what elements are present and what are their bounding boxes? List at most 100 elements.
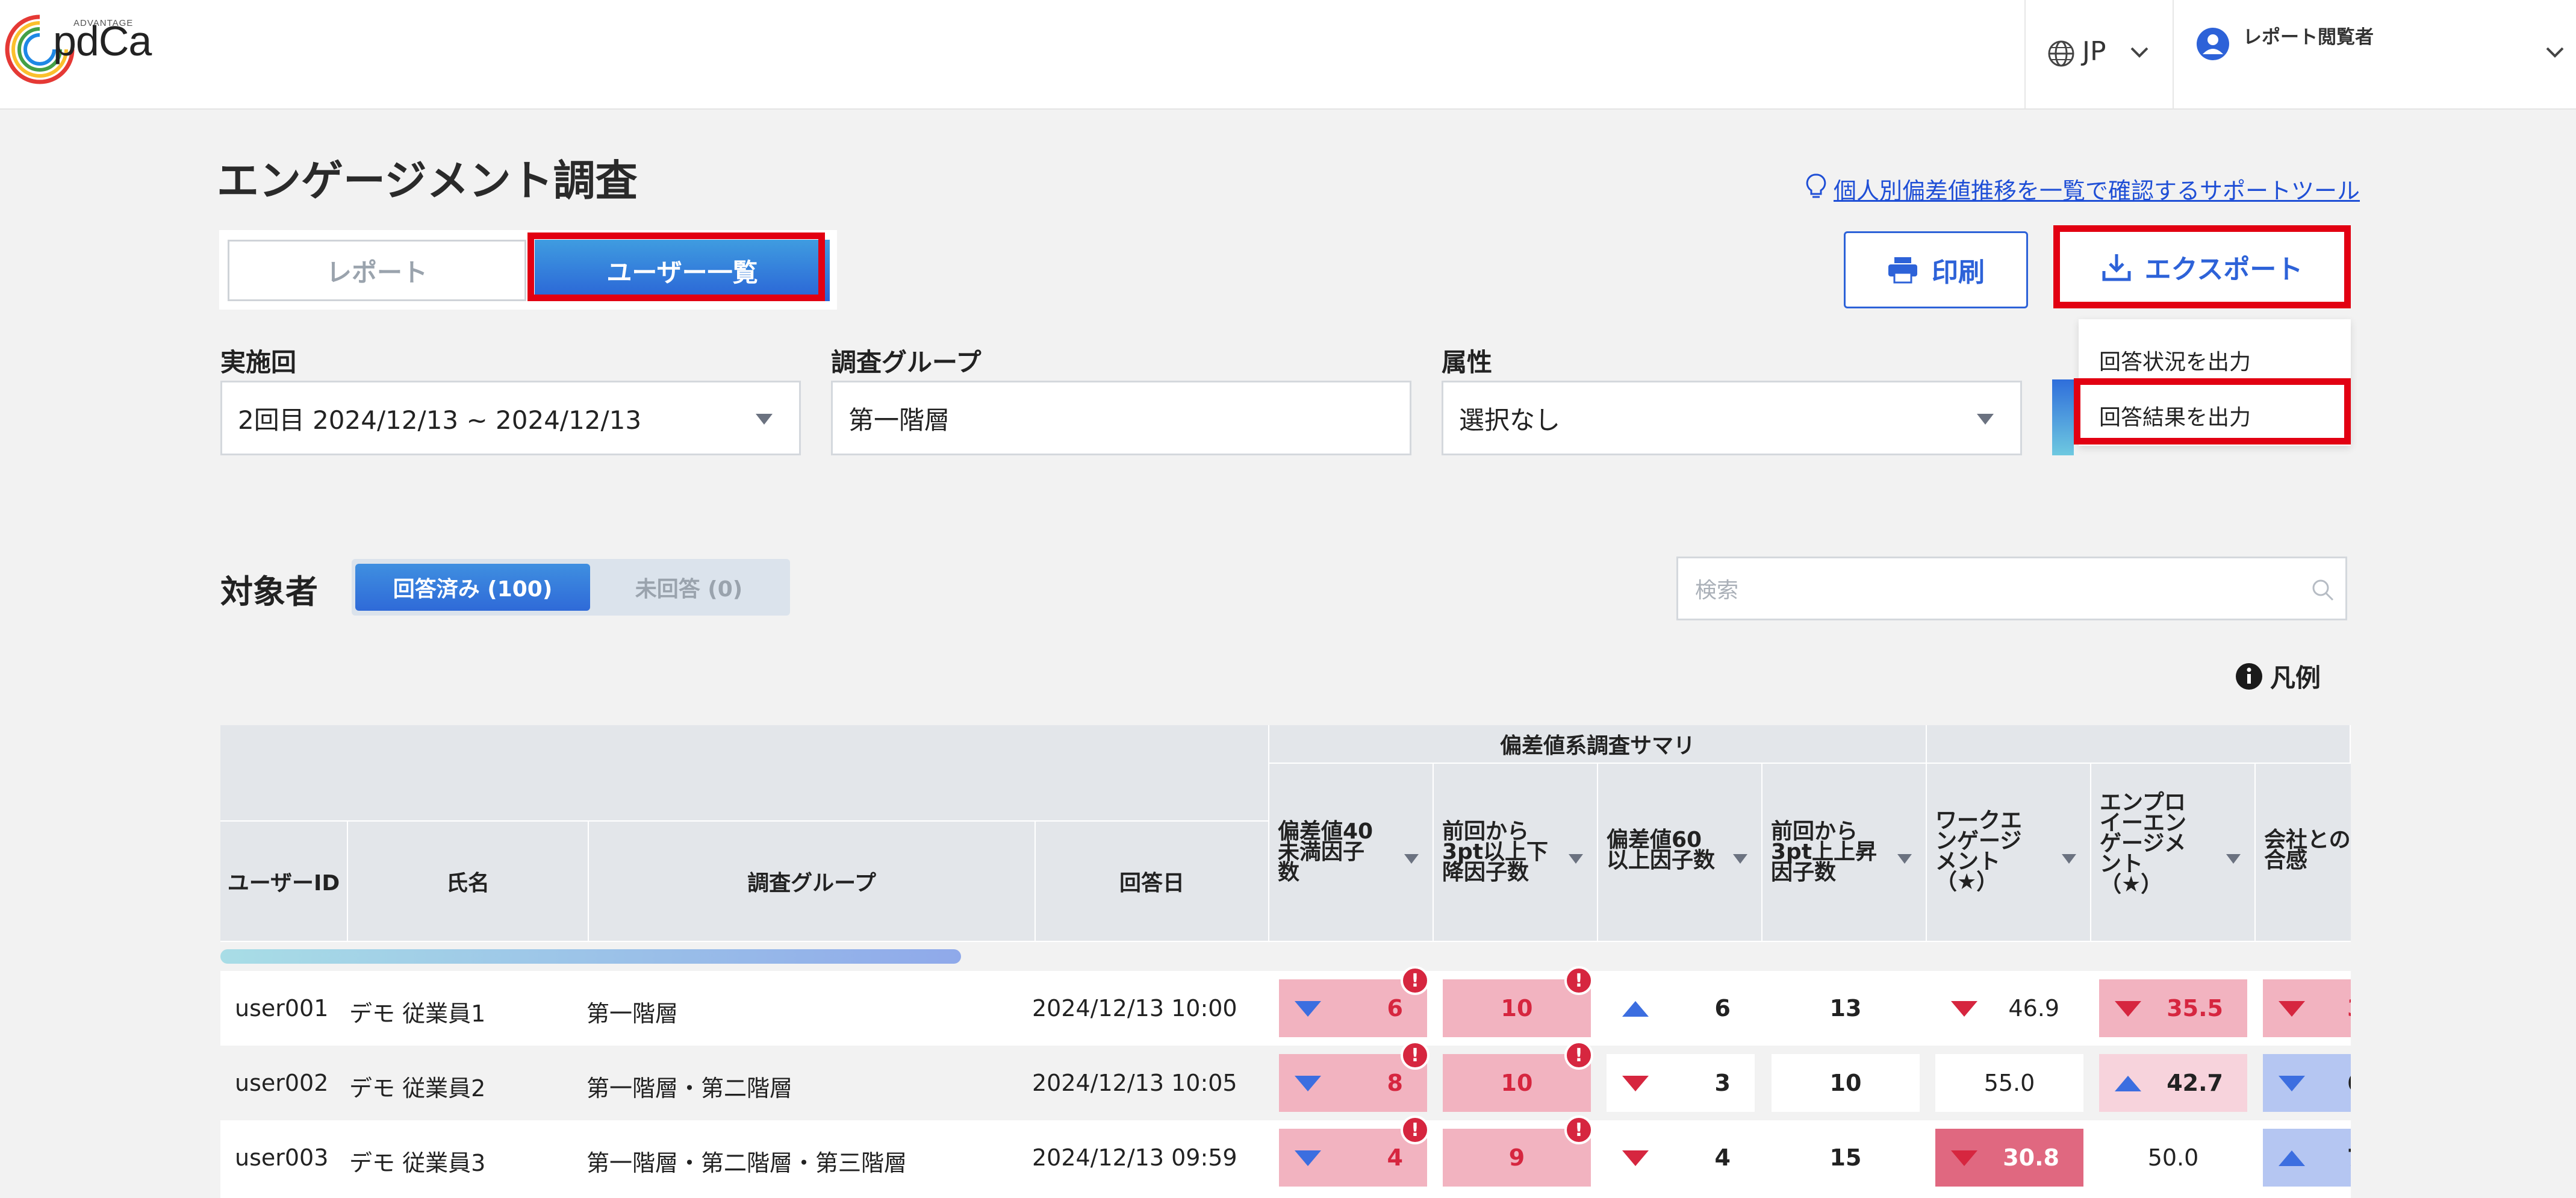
download-icon xyxy=(2102,254,2131,281)
print-label: 印刷 xyxy=(1932,257,1985,288)
group-field[interactable]: 第一階層 xyxy=(831,381,1411,455)
search-input[interactable]: 検索 xyxy=(1676,557,2347,620)
search-placeholder: 検索 xyxy=(1695,578,1739,603)
cell-name: デモ 従業員2 xyxy=(349,1075,486,1102)
cell-user-id: user003 xyxy=(235,1144,329,1171)
tab-unanswered[interactable]: 未回答 (0) xyxy=(591,564,786,611)
user-menu[interactable] xyxy=(2174,0,2576,110)
arrow-down-icon xyxy=(1295,1150,1321,1166)
metric-value: 15 xyxy=(1829,1144,1862,1171)
user-avatar-icon xyxy=(2197,28,2229,60)
cell-date: 2024/12/13 10:05 xyxy=(1032,1070,1237,1096)
user-name: レポート閲覧者 xyxy=(2243,27,2374,48)
col-m3[interactable]: 偏差値60 以上因子数 xyxy=(1598,764,1762,942)
metric-badge: 46.9 xyxy=(1935,979,2083,1037)
legend-label: 凡例 xyxy=(2270,663,2321,693)
legend-button[interactable]: 凡例 xyxy=(2235,658,2321,694)
metric-value: 6 xyxy=(1714,995,1731,1022)
tab-answered[interactable]: 回答済み (100) xyxy=(355,564,590,611)
metric-value: 4 xyxy=(1387,1144,1403,1171)
alert-icon: ! xyxy=(1401,1115,1430,1144)
col-m4[interactable]: 前回から 3pt上上昇 因子数 xyxy=(1762,764,1927,942)
arrow-up-icon xyxy=(1622,1001,1649,1017)
metric-badge: 7 xyxy=(2263,1129,2351,1187)
info-icon xyxy=(2236,663,2262,690)
metric-value: 3 xyxy=(1714,1070,1731,1096)
cell-user-id: user002 xyxy=(235,1070,329,1096)
col-m3-label: 偏差値60 以上因子数 xyxy=(1607,828,1716,873)
menu-item-export-status[interactable]: 回答状況を出力 xyxy=(2099,345,2251,376)
metric-value: 55.0 xyxy=(1983,1070,2035,1096)
group-label: 調査グループ xyxy=(831,348,982,377)
highlight-box xyxy=(527,232,825,301)
caret-down-icon xyxy=(756,414,773,425)
horizontal-scrollbar[interactable] xyxy=(220,949,961,964)
col-date[interactable]: 回答日 xyxy=(1036,822,1269,942)
metric-value: 6 xyxy=(2347,1070,2351,1096)
metric-badge: 42.7 xyxy=(2099,1054,2247,1112)
apply-button[interactable] xyxy=(2052,379,2074,455)
metric-badge: 30.8 xyxy=(1935,1129,2083,1187)
metric-badge: 6 xyxy=(2263,1054,2351,1112)
round-label: 実施回 xyxy=(220,348,297,377)
logo-wordmark: pdCa xyxy=(53,17,152,64)
col-m5[interactable]: ワークエ ンゲージ メント （★） xyxy=(1927,764,2091,942)
attribute-label: 属性 xyxy=(1442,348,1493,377)
metric-value: 9 xyxy=(1508,1144,1525,1171)
metric-badge: 55.0 xyxy=(1935,1054,2083,1112)
table-row[interactable]: user002 デモ 従業員2 第一階層・第二階層 2024/12/13 10:… xyxy=(220,1041,2351,1120)
round-value: 2回目 2024/12/13 ~ 2024/12/13 xyxy=(238,405,642,435)
col-m2[interactable]: 前回から 3pt以上下 降因子数 xyxy=(1434,764,1598,942)
metric-value: 10 xyxy=(1501,995,1533,1022)
metric-badge: 3 xyxy=(2263,979,2351,1037)
caret-down-icon xyxy=(1977,414,1994,425)
alert-icon: ! xyxy=(1401,1041,1430,1070)
header-spacer xyxy=(220,725,1269,822)
sort-icon xyxy=(1569,854,1583,864)
metric-value: 13 xyxy=(1829,995,1862,1022)
metric-value: 8 xyxy=(1387,1070,1403,1096)
col-m2-label: 前回から 3pt以上下 降因子数 xyxy=(1442,819,1549,885)
metric-value: 46.9 xyxy=(2008,995,2059,1022)
metric-value: 50.0 xyxy=(2147,1144,2199,1171)
cell-group: 第一階層・第二階層・第三階層 xyxy=(586,1150,907,1176)
cell-name: デモ 従業員3 xyxy=(349,1150,486,1176)
col-name[interactable]: 氏名 xyxy=(348,822,589,942)
metric-badge: 13 xyxy=(1772,979,1920,1037)
metric-badge: 6 xyxy=(1607,979,1755,1037)
arrow-up-icon xyxy=(2279,1150,2305,1166)
arrow-up-icon xyxy=(2115,1076,2141,1091)
metric-badge: 15 xyxy=(1772,1129,1920,1187)
attribute-select[interactable]: 選択なし xyxy=(1442,381,2022,455)
col-m6[interactable]: エンプロ イーエン ゲージメ ント （★） xyxy=(2091,764,2256,942)
col-group[interactable]: 調査グループ xyxy=(589,822,1036,942)
table-row[interactable]: user001 デモ 従業員1 第一階層 2024/12/13 10:00 6 … xyxy=(220,966,2351,1046)
metric-value: 3 xyxy=(2347,995,2351,1022)
respondents-title: 対象者 xyxy=(220,573,318,611)
col-m7[interactable]: 会社との 合感 xyxy=(2256,764,2351,942)
alert-icon: ! xyxy=(1564,966,1593,995)
alert-icon: ! xyxy=(1564,1115,1593,1144)
support-tool-link[interactable]: 個人別偏差値推移を一覧で確認するサポートツール xyxy=(1834,172,2360,205)
col-m5-label: ワークエ ンゲージ メント （★） xyxy=(1935,808,2023,894)
cell-user-id: user001 xyxy=(235,995,329,1022)
attribute-value: 選択なし xyxy=(1459,405,1561,435)
metric-value: 4 xyxy=(1714,1144,1731,1171)
col-m1[interactable]: 偏差値40 未満因子 数 xyxy=(1269,764,1434,942)
printer-icon xyxy=(1888,257,1917,284)
metric-value: 30.8 xyxy=(2003,1144,2059,1171)
export-button[interactable]: エクスポート xyxy=(2053,225,2351,308)
table-row[interactable]: user003 デモ 従業員3 第一階層・第二階層・第三階層 2024/12/1… xyxy=(220,1115,2351,1198)
metric-value: 10 xyxy=(1829,1070,1862,1096)
export-label: エクスポート xyxy=(2144,254,2303,285)
round-select[interactable]: 2回目 2024/12/13 ~ 2024/12/13 xyxy=(220,381,801,455)
arrow-down-icon xyxy=(1622,1150,1649,1166)
metric-badge: 3 xyxy=(1607,1054,1755,1112)
col-user-id[interactable]: ユーザーID xyxy=(220,822,348,942)
print-button[interactable]: 印刷 xyxy=(1844,231,2028,308)
metric-badge: 35.5 xyxy=(2099,979,2247,1037)
tab-report[interactable]: レポート xyxy=(228,240,526,301)
metric-value: 42.7 xyxy=(2167,1070,2223,1096)
col-m7-label: 会社との 合感 xyxy=(2264,828,2351,873)
alert-icon: ! xyxy=(1564,1041,1593,1070)
